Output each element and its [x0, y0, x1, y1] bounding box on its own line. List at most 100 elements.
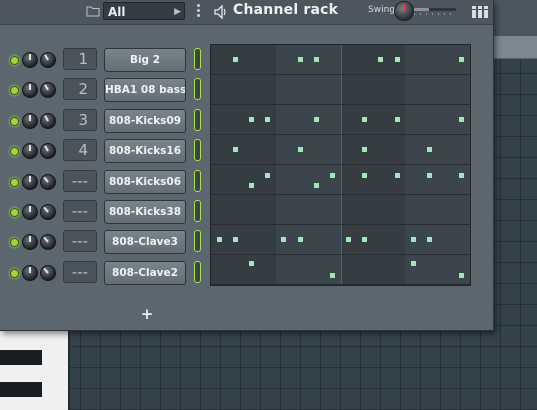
speaker-icon[interactable]	[213, 4, 229, 20]
step-note[interactable]	[248, 261, 254, 266]
mixer-track-number[interactable]: 3	[63, 108, 97, 131]
step-note[interactable]	[459, 57, 465, 62]
channel-mute-led[interactable]	[10, 147, 19, 157]
channel-volume-knob[interactable]	[40, 112, 56, 129]
step-note[interactable]	[313, 183, 319, 188]
channel-mute-led[interactable]	[10, 208, 19, 217]
mixer-track-number[interactable]: 1	[63, 48, 97, 70]
step-note[interactable]	[281, 237, 287, 242]
step-note[interactable]	[427, 237, 433, 242]
piano-keyboard[interactable]	[0, 330, 70, 410]
mixer-track-number[interactable]: ---	[63, 200, 97, 222]
step-note[interactable]	[216, 237, 222, 242]
add-channel-button[interactable]: +	[140, 307, 154, 322]
channel-name-button[interactable]: 808-Clave3	[104, 230, 186, 255]
step-note[interactable]	[329, 273, 335, 278]
channel-pan-knob[interactable]	[22, 234, 38, 251]
channel-pan-knob[interactable]	[22, 204, 38, 220]
step-note[interactable]	[394, 57, 400, 62]
step-note[interactable]	[232, 147, 238, 152]
channel-pan-knob[interactable]	[22, 52, 38, 68]
channel-volume-knob[interactable]	[40, 204, 56, 220]
step-note[interactable]	[362, 237, 368, 242]
channel-name-button[interactable]: 808-Kicks16	[104, 139, 186, 164]
step-note[interactable]	[232, 237, 238, 242]
knob-indicator	[29, 114, 31, 121]
channel-name-button[interactable]: 808-Kicks06	[104, 169, 186, 194]
channel-select-indicator[interactable]	[194, 139, 201, 162]
channel-pan-knob[interactable]	[22, 264, 38, 281]
channel-mute-led[interactable]	[10, 268, 19, 278]
step-note[interactable]	[394, 173, 400, 178]
step-note[interactable]	[297, 147, 303, 152]
mixer-track-number[interactable]: ---	[63, 260, 97, 283]
step-note[interactable]	[265, 173, 271, 178]
step-note[interactable]	[378, 57, 384, 62]
step-note[interactable]	[362, 147, 368, 152]
channel-mute-led[interactable]	[10, 56, 19, 65]
channel-mute-led[interactable]	[10, 238, 19, 248]
knob-indicator	[29, 206, 31, 212]
channel-volume-knob[interactable]	[40, 143, 56, 160]
channel-select-indicator[interactable]	[194, 48, 201, 70]
step-note[interactable]	[459, 273, 465, 278]
step-note[interactable]	[329, 173, 335, 178]
channel-name-button[interactable]: 808-Clave2	[104, 260, 186, 285]
mixer-track-number[interactable]: ---	[63, 230, 97, 253]
step-note[interactable]	[297, 237, 303, 242]
channel-mute-led[interactable]	[10, 86, 19, 96]
swing-slider[interactable]	[414, 8, 456, 11]
channel-select-indicator[interactable]	[194, 230, 201, 253]
channel-select-indicator[interactable]	[194, 200, 201, 222]
black-key[interactable]	[0, 350, 42, 365]
channel-select-indicator[interactable]	[194, 78, 201, 101]
step-row	[211, 75, 470, 105]
mixer-track-number[interactable]: 4	[63, 139, 97, 162]
mixer-track-number[interactable]: ---	[63, 169, 97, 192]
channel-mute-led[interactable]	[10, 116, 19, 126]
step-note[interactable]	[248, 183, 254, 188]
step-note[interactable]	[232, 57, 238, 62]
channel-volume-knob[interactable]	[40, 52, 56, 68]
step-note[interactable]	[427, 147, 433, 152]
channel-name-button[interactable]: 808-Kicks09	[104, 108, 186, 133]
channel-pan-knob[interactable]	[22, 173, 38, 190]
step-note[interactable]	[297, 57, 303, 62]
layout-icon[interactable]	[472, 6, 488, 18]
swing-knob[interactable]	[394, 1, 414, 21]
channel-volume-knob[interactable]	[40, 82, 56, 99]
step-note[interactable]	[394, 117, 400, 122]
channel-select-indicator[interactable]	[194, 260, 201, 283]
step-note[interactable]	[265, 117, 271, 122]
step-note[interactable]	[459, 117, 465, 122]
channel-name-button[interactable]: 808-Kicks38	[104, 200, 186, 224]
black-key[interactable]	[0, 382, 42, 397]
step-note[interactable]	[410, 237, 416, 242]
channel-pan-knob[interactable]	[22, 82, 38, 99]
filter-group-select[interactable]: All ▶	[103, 2, 185, 20]
step-note[interactable]	[248, 117, 254, 122]
step-note[interactable]	[313, 57, 319, 62]
step-note[interactable]	[362, 173, 368, 178]
channel-volume-knob[interactable]	[40, 264, 56, 281]
channel-select-indicator[interactable]	[194, 169, 201, 192]
channel-select-indicator[interactable]	[194, 108, 201, 131]
channel-pan-knob[interactable]	[22, 143, 38, 160]
channel-name-button[interactable]: Big 2	[104, 48, 186, 72]
channel-name-button[interactable]: HBA1 08 bass01	[104, 78, 186, 103]
folder-icon[interactable]	[86, 5, 100, 17]
mixer-track-number[interactable]: 2	[63, 78, 97, 101]
channel-volume-knob[interactable]	[40, 173, 56, 190]
step-note[interactable]	[313, 117, 319, 122]
step-note[interactable]	[427, 173, 433, 178]
channel-pan-knob[interactable]	[22, 112, 38, 129]
step-note[interactable]	[346, 237, 352, 242]
step-note[interactable]	[459, 173, 465, 178]
channel-mute-led[interactable]	[10, 177, 19, 187]
step-sequencer-grid[interactable]	[210, 44, 471, 286]
step-note[interactable]	[362, 117, 368, 122]
channel-rack-titlebar[interactable]: All ▶ Channel rack Swing	[0, 0, 493, 25]
options-menu-icon[interactable]	[197, 4, 201, 20]
channel-volume-knob[interactable]	[40, 234, 56, 251]
step-note[interactable]	[410, 261, 416, 266]
